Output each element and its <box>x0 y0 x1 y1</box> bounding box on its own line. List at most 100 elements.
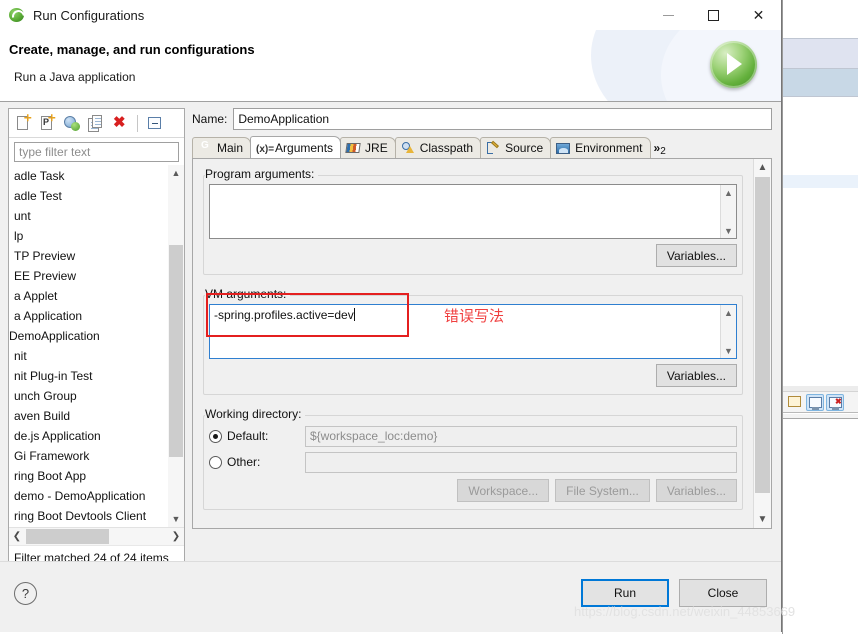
tree-item[interactable]: EE Preview <box>9 266 167 286</box>
scroll-up-icon[interactable]: ▲ <box>754 159 771 176</box>
window-controls: ✕ <box>646 0 781 30</box>
banner-subtitle: Run a Java application <box>14 70 136 84</box>
scroll-right-icon[interactable]: ❯ <box>168 528 184 545</box>
content-vertical-scrollbar[interactable]: ▲ ▼ <box>753 159 771 528</box>
new-configuration-icon[interactable]: ✛ <box>14 113 34 133</box>
tab-classpath[interactable]: Classpath <box>394 137 482 158</box>
vm-arguments-label: VM arguments: <box>205 287 291 301</box>
program-variables-button[interactable]: Variables... <box>655 244 737 267</box>
scroll-down-icon[interactable]: ▼ <box>721 223 736 238</box>
background-editor-row <box>783 175 858 188</box>
export-configuration-icon[interactable] <box>62 113 82 133</box>
dialog-body: ✛ P ✛ ✖ type filter text adle Task adle … <box>0 102 781 632</box>
tree-item[interactable]: nit Plug-in Test <box>9 366 167 386</box>
tree-item[interactable]: a Applet <box>9 286 167 306</box>
main-tab-icon <box>198 141 213 155</box>
program-arguments-textarea[interactable]: ▲ ▼ <box>209 184 737 239</box>
run-button[interactable]: Run <box>581 579 669 607</box>
tree-item[interactable]: adle Test <box>9 186 167 206</box>
background-bottom-strip <box>783 414 858 419</box>
filter-input[interactable] <box>14 142 179 162</box>
working-dir-default-row[interactable]: Default: <box>209 424 737 448</box>
content-scroll-thumb[interactable] <box>755 177 770 493</box>
program-arguments-label: Program arguments: <box>205 167 319 181</box>
tab-environment[interactable]: Environment <box>550 137 651 158</box>
vm-args-scrollbar[interactable]: ▲ ▼ <box>720 305 736 358</box>
console-terminate-icon[interactable]: ✖ <box>826 393 844 411</box>
working-directory-label: Working directory: <box>205 407 306 421</box>
help-icon[interactable]: ? <box>14 582 37 605</box>
tab-overflow-indicator[interactable]: » 2 <box>650 137 670 158</box>
eclipse-run-icon <box>9 7 28 26</box>
configuration-editor-panel: Name: Main (x)=Arguments JRE Classpath Sourc… <box>192 108 772 563</box>
tree-item[interactable]: nit <box>9 346 167 366</box>
tree-item[interactable]: Gi Framework <box>9 446 167 466</box>
scroll-down-icon[interactable]: ▼ <box>754 511 771 528</box>
working-dir-other-row[interactable]: Other: <box>209 450 737 474</box>
tree-item[interactable]: DemoApplication <box>9 326 167 346</box>
vm-arguments-value-wrap: -spring.profiles.active=dev <box>214 308 355 322</box>
vm-variables-button[interactable]: Variables... <box>655 364 737 387</box>
console-open-icon[interactable] <box>786 394 804 411</box>
filter-container <box>9 138 184 165</box>
tree-item[interactable]: a Application <box>9 306 167 326</box>
minimize-button[interactable] <box>646 0 691 30</box>
console-display-icon[interactable] <box>806 393 824 411</box>
close-button[interactable]: Close <box>679 579 767 607</box>
tree-vertical-scrollbar[interactable]: ▲ ▼ <box>168 165 184 527</box>
tree-scroll-thumb[interactable] <box>169 245 183 457</box>
new-prototype-icon[interactable]: P ✛ <box>38 113 58 133</box>
workspace-button[interactable]: Workspace... <box>457 479 550 502</box>
tab-arguments[interactable]: (x)= Arguments <box>250 136 342 158</box>
scroll-up-icon[interactable]: ▲ <box>721 185 736 200</box>
other-directory-input[interactable] <box>305 451 737 473</box>
tab-source[interactable]: Source <box>480 137 552 158</box>
default-directory-input <box>305 425 737 447</box>
tree-item[interactable]: adle Task <box>9 166 167 186</box>
annotation-text: 错误写法 <box>444 307 505 325</box>
tree-item[interactable]: unt <box>9 206 167 226</box>
tree-item[interactable]: demo - DemoApplication <box>9 486 167 506</box>
background-editor-row <box>783 39 858 68</box>
scroll-down-icon[interactable]: ▼ <box>168 511 184 527</box>
tab-jre[interactable]: JRE <box>340 137 396 158</box>
tree-item[interactable]: unch Group <box>9 386 167 406</box>
default-label: Default: <box>227 429 269 443</box>
tree-item[interactable]: de.js Application <box>9 426 167 446</box>
tree-item-selected-label: DemoApplication <box>9 329 100 343</box>
name-label: Name: <box>192 112 228 126</box>
working-dir-variables-button[interactable]: Variables... <box>655 479 737 502</box>
scroll-up-icon[interactable]: ▲ <box>721 305 736 320</box>
duplicate-configuration-icon[interactable] <box>86 113 106 133</box>
text-caret <box>353 308 355 321</box>
tree-hscroll-thumb[interactable] <box>26 529 109 544</box>
tree-item[interactable]: ring Boot Devtools Client <box>9 506 167 526</box>
program-args-scrollbar[interactable]: ▲ ▼ <box>720 185 736 238</box>
configuration-tabs: Main (x)= Arguments JRE Classpath Source Envir… <box>192 136 772 159</box>
collapse-all-icon[interactable] <box>145 113 165 133</box>
tree-item[interactable]: TP Preview <box>9 246 167 266</box>
file-system-button[interactable]: File System... <box>555 479 650 502</box>
green-play-icon <box>710 41 757 88</box>
scroll-up-icon[interactable]: ▲ <box>168 165 184 181</box>
configuration-name-input[interactable] <box>233 108 772 130</box>
close-window-button[interactable]: ✕ <box>736 0 781 30</box>
dialog-titlebar: Run Configurations ✕ <box>0 0 781 30</box>
dialog-banner: Create, manage, and run configurations R… <box>0 30 781 102</box>
tab-label: Source <box>505 141 544 155</box>
tree-horizontal-scrollbar[interactable]: ❮ ❯ <box>9 527 184 545</box>
other-radio[interactable] <box>209 455 222 469</box>
tab-main[interactable]: Main <box>192 137 252 158</box>
default-radio[interactable] <box>209 429 222 443</box>
scroll-down-icon[interactable]: ▼ <box>721 343 736 358</box>
maximize-button[interactable] <box>691 0 736 30</box>
vm-arguments-value: -spring.profiles.active=dev <box>214 308 354 322</box>
tree-item[interactable]: lp <box>9 226 167 246</box>
tree-item[interactable]: ring Boot App <box>9 466 167 486</box>
tree-item[interactable]: aven Build <box>9 406 167 426</box>
scroll-left-icon[interactable]: ❮ <box>9 528 25 545</box>
delete-configuration-icon[interactable]: ✖ <box>110 113 130 133</box>
background-console-toolbar: ✖ <box>783 391 858 413</box>
source-tab-icon <box>486 141 501 155</box>
configuration-tree[interactable]: adle Task adle Test unt lp TP Preview EE Prev… <box>9 165 184 527</box>
